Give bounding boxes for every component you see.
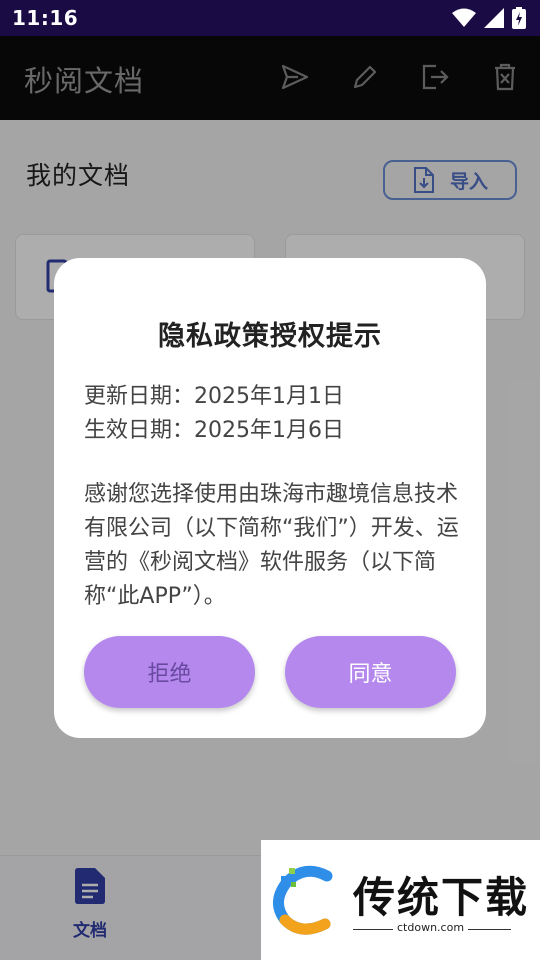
- update-date: 更新日期：2025年1月1日: [84, 384, 344, 409]
- signal-icon: [484, 8, 504, 28]
- battery-icon: [512, 7, 526, 29]
- dialog-title: 隐私政策授权提示: [158, 321, 382, 352]
- status-icons: [452, 7, 526, 29]
- ctdown-logo-icon: [273, 865, 333, 935]
- effective-date: 生效日期：2025年1月6日: [84, 418, 344, 443]
- watermark-url: ctdown.com: [393, 921, 469, 934]
- agree-button[interactable]: 同意: [285, 636, 456, 708]
- reject-button[interactable]: 拒绝: [84, 636, 255, 708]
- watermark: 传统下载 ctdown.com: [261, 840, 540, 960]
- status-time: 11:16: [12, 6, 79, 30]
- wifi-icon: [452, 8, 476, 27]
- watermark-name: 传统下载: [353, 873, 530, 922]
- dialog-dates: 更新日期：2025年1月1日 生效日期：2025年1月6日: [84, 380, 344, 448]
- dialog-body[interactable]: 感谢您选择使用由珠海市趣境信息技术有限公司（以下简称“我们”）开发、运营的《秒阅…: [84, 478, 459, 606]
- privacy-dialog: 隐私政策授权提示 更新日期：2025年1月1日 生效日期：2025年1月6日 感…: [54, 258, 486, 738]
- status-bar: 11:16: [0, 0, 540, 36]
